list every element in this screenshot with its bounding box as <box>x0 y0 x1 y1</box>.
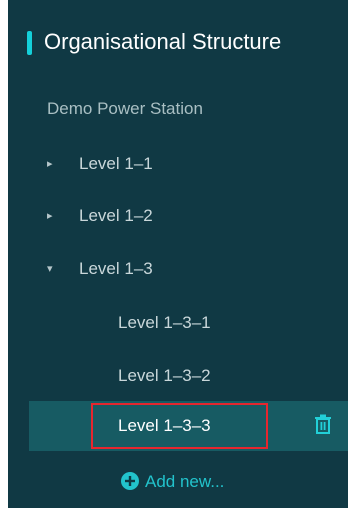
caret-right-icon[interactable]: ▸ <box>47 196 67 236</box>
add-new-button[interactable]: Add new... <box>121 470 224 494</box>
trash-icon[interactable] <box>314 414 332 434</box>
tree-child-level-1-3-1[interactable]: Level 1–3–1 <box>8 303 348 343</box>
tree-child-label[interactable]: Level 1–3–2 <box>118 356 211 396</box>
caret-down-icon[interactable]: ▾ <box>47 249 67 289</box>
panel-header: Organisational Structure <box>8 22 348 66</box>
header-accent-bar <box>27 31 32 55</box>
panel-title: Organisational Structure <box>44 29 282 54</box>
tree-node-level-1-1[interactable]: ▸ Level 1–1 <box>8 144 348 184</box>
tree-node-level-1-2[interactable]: ▸ Level 1–2 <box>8 196 348 236</box>
tree-node-label[interactable]: Level 1–2 <box>79 196 153 236</box>
add-new-label[interactable]: Add new... <box>145 472 224 491</box>
tree-node-level-1-3[interactable]: ▾ Level 1–3 <box>8 249 348 289</box>
caret-right-icon[interactable]: ▸ <box>47 144 67 184</box>
org-structure-panel: Organisational Structure Demo Power Stat… <box>8 0 348 508</box>
tree-child-level-1-3-3-selected[interactable]: Level 1–3–3 <box>29 401 348 451</box>
plus-circle-icon <box>121 472 139 491</box>
tree-node-label[interactable]: Level 1–3 <box>79 249 153 289</box>
tree-root-label[interactable]: Demo Power Station <box>47 99 203 119</box>
tree-node-label[interactable]: Level 1–1 <box>79 144 153 184</box>
selection-highlight-box <box>91 403 268 449</box>
tree-child-label[interactable]: Level 1–3–1 <box>118 303 211 343</box>
tree-child-level-1-3-2[interactable]: Level 1–3–2 <box>8 356 348 396</box>
